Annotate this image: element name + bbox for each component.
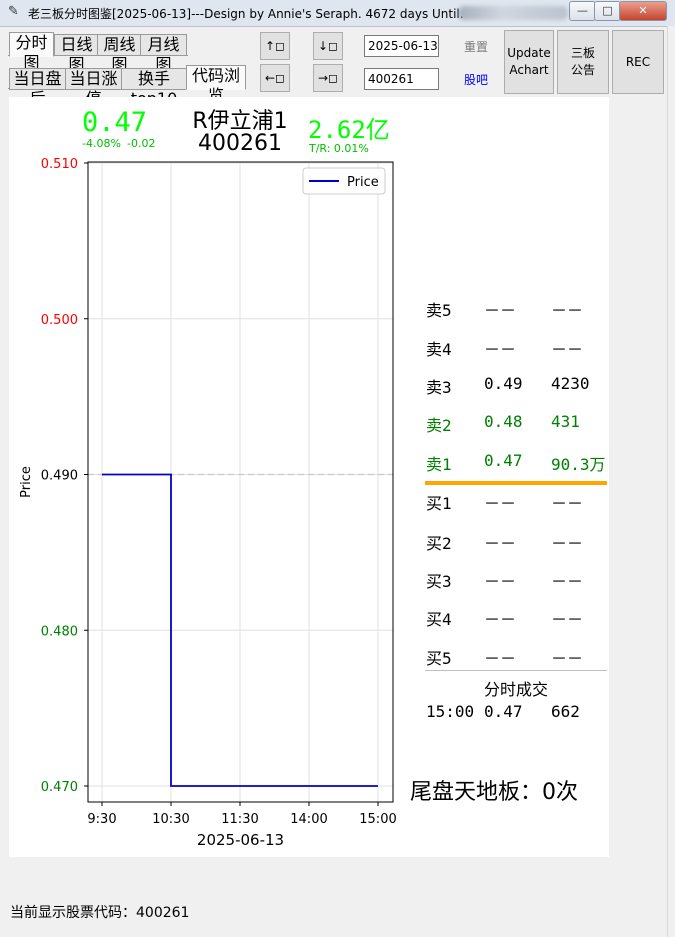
ask-level-label: 卖1 [426, 455, 452, 474]
trade-volume: 662 [551, 702, 580, 721]
ask-level-volume: 4230 [551, 374, 590, 393]
bid-level-price: －－ [484, 649, 517, 668]
ask-level-label: 卖2 [426, 416, 452, 435]
bid-level-volume: －－ [551, 494, 584, 513]
ask-level-label: 卖3 [426, 378, 452, 397]
ask-level-volume: 431 [551, 412, 580, 431]
bid-ask-divider [425, 481, 607, 485]
ask-level-price: 0.48 [484, 412, 523, 431]
tail-note: 尾盘天地板：0次 [410, 780, 578, 805]
ask-level-volume: 90.3万 [551, 455, 606, 474]
x-tick-label: 9:30 [87, 812, 116, 827]
y-tick-label: 0.470 [41, 780, 78, 795]
bid-level-label: 买4 [426, 610, 452, 629]
x-tick-label: 11:30 [221, 812, 258, 827]
chart-grid [88, 162, 393, 802]
x-tick-label: 10:30 [152, 812, 189, 827]
ask-level-volume: －－ [551, 340, 584, 359]
bid-level-volume: －－ [551, 649, 584, 668]
bid-level-label: 买2 [426, 534, 452, 553]
ask-level-volume: －－ [551, 301, 584, 320]
ask-level-label: 卖5 [426, 301, 452, 320]
bid-level-price: －－ [484, 534, 517, 553]
status-bar: 当前显示股票代码：400261 [10, 905, 190, 921]
trades-title: 分时成交 [484, 680, 549, 699]
ask-level-price: －－ [484, 301, 517, 320]
y-tick-label: 0.510 [41, 157, 78, 172]
bid-level-volume: －－ [551, 610, 584, 629]
y-tick-labels: 0.510 0.500 0.490 0.480 0.470 [41, 157, 88, 795]
ask-level-price: －－ [484, 340, 517, 359]
bid-level-volume: －－ [551, 572, 584, 591]
ask-level-price: 0.49 [484, 374, 523, 393]
y-tick-label: 0.500 [41, 313, 78, 328]
y-axis-label: Price [19, 466, 34, 498]
bid-level-label: 买5 [426, 649, 452, 668]
bid-level-label: 买3 [426, 572, 452, 591]
x-tick-label: 14:00 [290, 812, 327, 827]
x-tick-labels: 9:30 10:30 11:30 14:00 15:00 [87, 802, 397, 827]
x-axis-label: 2025-06-13 [197, 831, 284, 849]
bid-level-label: 买1 [426, 494, 452, 513]
bid-level-price: －－ [484, 494, 517, 513]
legend-label: Price [347, 175, 379, 190]
x-tick-label: 15:00 [359, 812, 396, 827]
chart-legend: Price [302, 167, 386, 195]
ask-level-price: 0.47 [484, 451, 523, 470]
ask-level-label: 卖4 [426, 340, 452, 359]
bid-level-price: －－ [484, 610, 517, 629]
trade-time: 15:00 [426, 702, 475, 721]
y-tick-label: 0.490 [41, 469, 78, 484]
y-tick-label: 0.480 [41, 624, 78, 639]
bid-level-price: －－ [484, 572, 517, 591]
trade-price: 0.47 [484, 702, 523, 721]
trades-divider [425, 670, 607, 671]
bid-level-volume: －－ [551, 534, 584, 553]
